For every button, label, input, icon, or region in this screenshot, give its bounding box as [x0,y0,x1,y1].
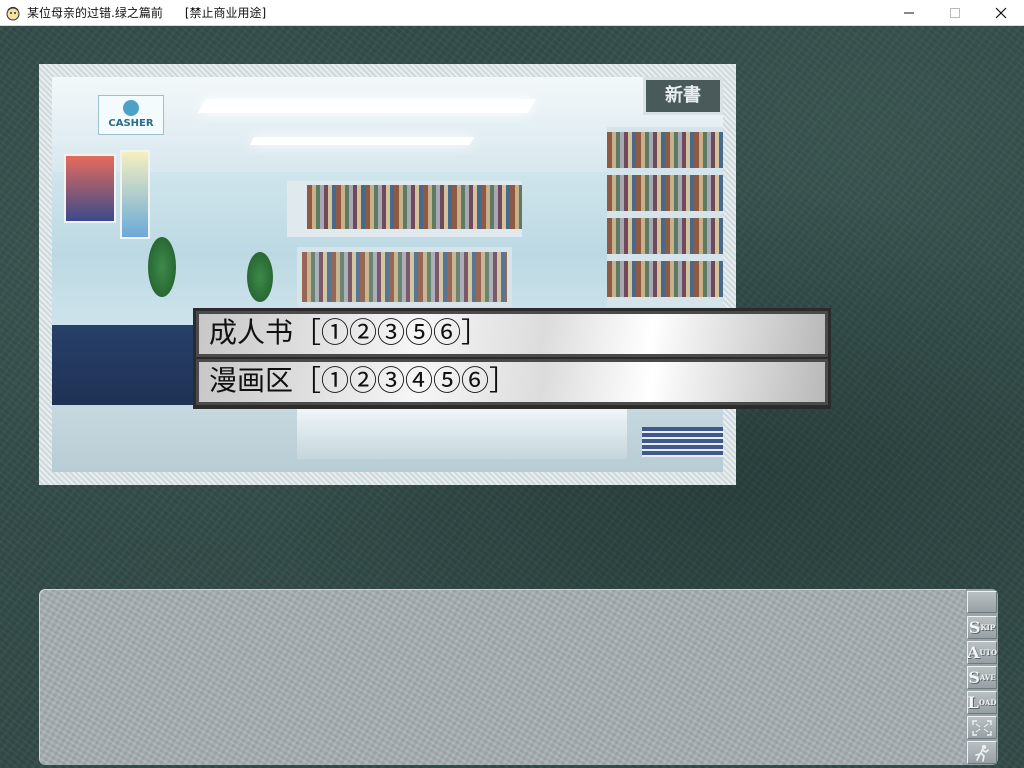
tall-shelf-books [607,261,723,297]
scene-frame: CASHER 新書 [39,64,736,485]
skip-label-initial: S [968,618,981,637]
skip-label-rest: KIP [980,623,996,632]
minimize-button[interactable] [886,0,932,26]
maximize-button[interactable] [932,0,978,26]
window-title: 某位母亲的过错.绿之篇前 [27,6,163,20]
casher-sign-text: CASHER [108,118,154,129]
close-button[interactable] [978,0,1024,26]
blank-button[interactable] [967,591,997,613]
exit-button[interactable] [967,741,997,764]
fullscreen-button[interactable] [967,716,997,739]
load-label-rest: OAD [978,698,997,707]
minimize-icon [904,12,914,14]
stacked-books [642,427,723,457]
skip-button[interactable]: S KIP [967,616,997,639]
tall-shelf-books [607,132,723,168]
plant [148,237,176,297]
message-box[interactable] [39,589,969,765]
fullscreen-icon [972,719,992,736]
window-titlebar[interactable]: 某位母亲的过错.绿之篇前 [禁止商业用途] [0,0,1024,26]
side-button-bar: S KIP A UTO S AVE L OAD [966,589,998,765]
ceiling-light [249,137,475,145]
cashier-counter [52,325,202,405]
ceiling-light [197,99,537,113]
auto-label-initial: A [967,643,980,662]
choice-manga-section[interactable]: 漫画区［①②③④⑤⑥］ [196,359,828,405]
load-button[interactable]: L OAD [967,691,997,714]
choice-menu: 成人书［①②③⑤⑥］ 漫画区［①②③④⑤⑥］ [193,308,831,409]
window-controls [886,0,1024,26]
close-icon [995,7,1007,19]
middle-shelf-books [302,252,507,302]
choice-adult-books[interactable]: 成人书［①②③⑤⑥］ [196,311,828,357]
save-label-rest: AVE [979,673,996,682]
plant [247,252,273,302]
game-app-icon [5,5,21,21]
bookstore-scene-image: CASHER 新書 [52,77,723,472]
poster [64,154,116,223]
running-man-icon [975,744,989,762]
back-shelf-books [307,185,522,229]
save-label-initial: S [968,668,980,687]
window-notice: [禁止商业用途] [184,6,267,20]
game-screen[interactable]: CASHER 新書 成人书［①②③⑤⑥］ 漫画区［①②③④⑤⑥］ S KIP A… [0,26,1024,768]
tall-shelf-books [607,175,723,211]
poster [120,150,150,239]
tall-shelf-books [607,218,723,254]
casher-logo-icon [123,100,139,116]
auto-label-rest: UTO [979,648,997,657]
casher-sign: CASHER [98,95,164,135]
auto-button[interactable]: A UTO [967,641,997,664]
display-table [297,407,627,459]
load-label-initial: L [967,693,979,712]
maximize-icon [950,8,960,18]
save-button[interactable]: S AVE [967,666,997,689]
new-books-sign: 新書 [643,77,723,115]
